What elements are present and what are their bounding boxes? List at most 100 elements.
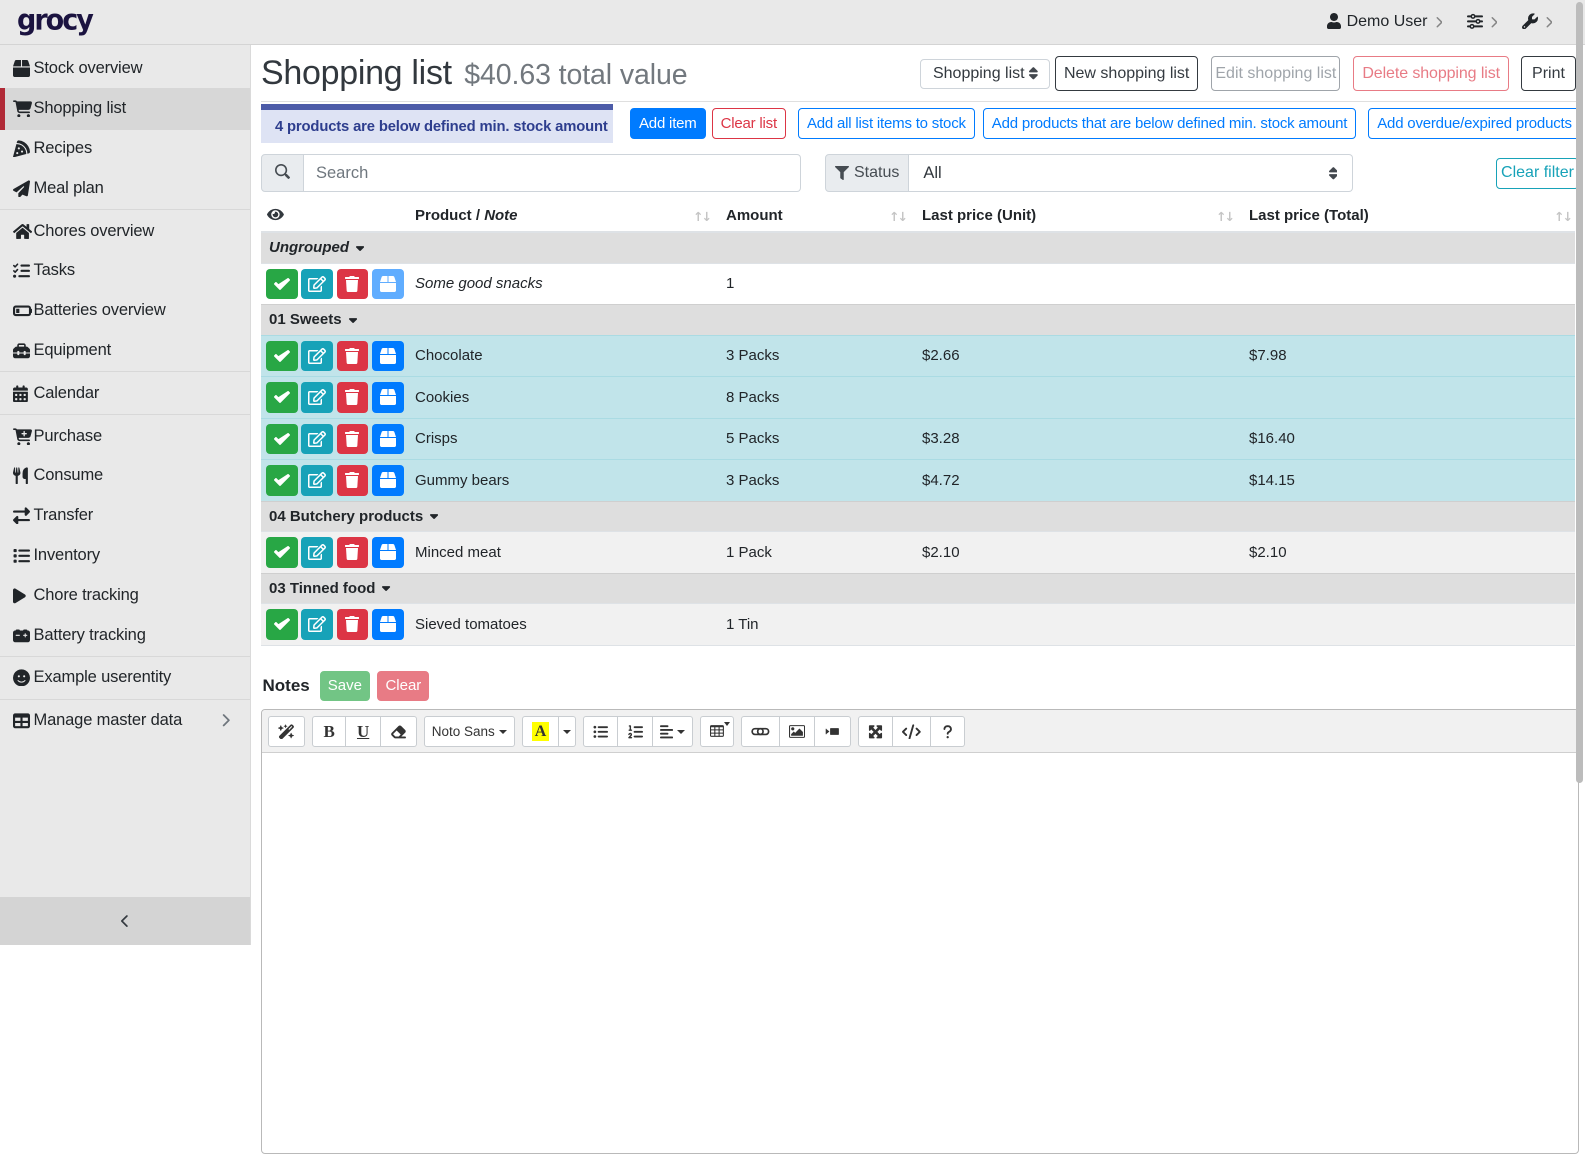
clear-list-button[interactable]: Clear list <box>712 108 786 139</box>
edit-item-button[interactable] <box>301 609 333 640</box>
sidebar-item-recipes[interactable]: Recipes <box>0 129 250 169</box>
table-group-row[interactable]: Ungrouped <box>261 232 1575 263</box>
sidebar-item-chores-overview[interactable]: Chores overview <box>0 211 250 251</box>
column-header-product[interactable]: Product / Note↑↓ <box>403 199 714 233</box>
style-magic-button[interactable] <box>268 716 305 747</box>
status-filter-select[interactable]: All <box>909 154 1353 192</box>
shopping-list-select[interactable]: Shopping list <box>920 59 1050 89</box>
product-card-button[interactable] <box>372 609 404 640</box>
sidebar-item-equipment[interactable]: Equipment <box>0 331 250 371</box>
add-all-to-stock-button[interactable]: Add all list items to stock <box>798 108 975 139</box>
column-header-amount[interactable]: Amount↑↓ <box>714 199 910 233</box>
clear-formatting-button[interactable] <box>381 716 417 747</box>
unordered-list-button[interactable] <box>583 716 618 747</box>
delete-item-button[interactable] <box>337 537 369 568</box>
product-card-button[interactable] <box>372 465 404 496</box>
sidebar-collapse-button[interactable] <box>0 897 250 945</box>
last-price-unit-cell <box>910 263 1237 305</box>
column-header-visibility[interactable] <box>261 199 403 233</box>
product-card-button[interactable] <box>372 269 404 300</box>
delete-item-button[interactable] <box>337 465 369 496</box>
sidebar-item-shopping-list[interactable]: Shopping list <box>0 88 250 130</box>
edit-shopping-list-button[interactable]: Edit shopping list <box>1211 56 1340 91</box>
paragraph-align-dropdown[interactable] <box>653 716 693 747</box>
product-card-button[interactable] <box>372 341 404 372</box>
mark-done-button[interactable] <box>266 269 298 300</box>
sidebar-item-transfer[interactable]: Transfer <box>0 496 250 536</box>
add-overdue-button[interactable]: Add overdue/expired products <box>1368 108 1581 139</box>
sidebar-item-example-userentity[interactable]: Example userentity <box>0 658 250 698</box>
delete-item-button[interactable] <box>337 609 369 640</box>
delete-item-button[interactable] <box>337 341 369 372</box>
sidebar-item-meal-plan[interactable]: Meal plan <box>0 168 250 208</box>
underline-button[interactable]: U <box>346 716 381 747</box>
user-menu[interactable]: Demo User <box>1327 13 1442 32</box>
delete-item-button[interactable] <box>337 382 369 413</box>
notes-clear-button[interactable]: Clear <box>377 671 429 701</box>
bold-button[interactable]: B <box>312 716 347 747</box>
table-group-row[interactable]: 04 Butchery products <box>261 501 1575 532</box>
add-item-button[interactable]: Add item <box>630 108 706 139</box>
sidebar-item-label: Recipes <box>34 139 93 158</box>
admin-menu[interactable] <box>1522 13 1553 32</box>
edit-item-button[interactable] <box>301 382 333 413</box>
top-navbar: grocy Demo User <box>0 0 1585 45</box>
sidebar-divider <box>0 414 250 415</box>
mark-done-button[interactable] <box>266 465 298 496</box>
search-input[interactable] <box>304 154 801 192</box>
sidebar-item-chore-tracking[interactable]: Chore tracking <box>0 575 250 615</box>
sidebar-item-tasks[interactable]: Tasks <box>0 251 250 291</box>
edit-item-button[interactable] <box>301 341 333 372</box>
insert-table-dropdown[interactable] <box>700 716 735 747</box>
insert-video-button[interactable] <box>815 716 851 747</box>
sidebar-item-battery-tracking[interactable]: Battery tracking <box>0 615 250 655</box>
text-color-button[interactable]: A <box>522 716 560 747</box>
notes-editing-area[interactable] <box>262 753 1578 1153</box>
sidebar-item-stock-overview[interactable]: Stock overview <box>0 49 250 89</box>
sidebar-item-consume[interactable]: Consume <box>0 456 250 496</box>
product-card-button[interactable] <box>372 382 404 413</box>
sidebar-item-batteries-overview[interactable]: Batteries overview <box>0 291 250 331</box>
product-card-button[interactable] <box>372 424 404 455</box>
mark-done-button[interactable] <box>266 424 298 455</box>
font-family-dropdown[interactable]: Noto Sans <box>424 716 515 747</box>
column-header-last-price-total[interactable]: Last price (Total)↑↓ <box>1237 199 1575 233</box>
sidebar-item-inventory[interactable]: Inventory <box>0 536 250 576</box>
settings-menu[interactable] <box>1467 13 1498 32</box>
table-group-row[interactable]: 01 Sweets <box>261 305 1575 336</box>
table-group-row[interactable]: 03 Tinned food <box>261 573 1575 604</box>
edit-item-button[interactable] <box>301 424 333 455</box>
delete-item-button[interactable] <box>337 424 369 455</box>
sidebar-item-calendar[interactable]: Calendar <box>0 373 250 413</box>
notes-save-button[interactable]: Save <box>320 671 370 701</box>
product-card-button[interactable] <box>372 537 404 568</box>
list-ul-icon <box>593 724 608 739</box>
ordered-list-button[interactable] <box>618 716 653 747</box>
insert-picture-button[interactable] <box>780 716 815 747</box>
mark-done-button[interactable] <box>266 609 298 640</box>
mark-done-button[interactable] <box>266 537 298 568</box>
grocy-logo[interactable]: grocy <box>17 4 92 37</box>
mark-done-button[interactable] <box>266 382 298 413</box>
column-header-last-price-unit[interactable]: Last price (Unit)↑↓ <box>910 199 1237 233</box>
new-shopping-list-button[interactable]: New shopping list <box>1055 56 1198 91</box>
fullscreen-button[interactable] <box>858 716 893 747</box>
delete-shopping-list-button[interactable]: Delete shopping list <box>1353 56 1509 91</box>
insert-link-button[interactable] <box>741 716 780 747</box>
mark-done-button[interactable] <box>266 341 298 372</box>
edit-item-button[interactable] <box>301 269 333 300</box>
text-color-dropdown[interactable] <box>559 716 576 747</box>
print-button[interactable]: Print <box>1521 56 1576 91</box>
delete-item-button[interactable] <box>337 269 369 300</box>
clear-filter-button[interactable]: Clear filter <box>1496 158 1579 189</box>
sidebar-item-purchase[interactable]: Purchase <box>0 416 250 456</box>
edit-item-button[interactable] <box>301 537 333 568</box>
code-view-button[interactable] <box>893 716 931 747</box>
sliders-icon <box>1467 13 1483 32</box>
edit-item-button[interactable] <box>301 465 333 496</box>
list-icon <box>13 547 34 564</box>
page-scrollbar[interactable] <box>1576 2 1583 783</box>
sidebar-item-manage-master-data[interactable]: Manage master data <box>0 701 250 741</box>
help-button[interactable] <box>931 716 966 747</box>
add-below-min-stock-button[interactable]: Add products that are below defined min.… <box>983 108 1356 139</box>
